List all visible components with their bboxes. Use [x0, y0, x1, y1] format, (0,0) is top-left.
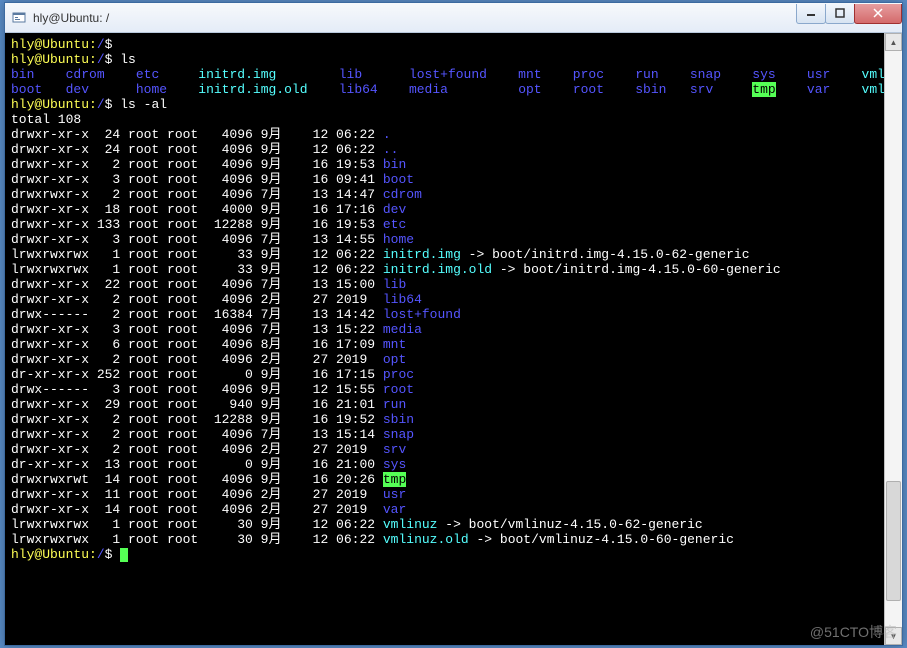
scroll-track[interactable] — [885, 51, 902, 627]
maximize-button[interactable] — [825, 4, 855, 24]
close-button[interactable] — [854, 4, 902, 24]
watermark: @51CTO博客 — [810, 622, 897, 642]
scroll-thumb[interactable] — [886, 481, 901, 601]
window-buttons — [797, 4, 902, 24]
terminal-output[interactable]: hly@Ubuntu:/$ hly@Ubuntu:/$ ls bin cdrom… — [5, 33, 884, 645]
window-title: hly@Ubuntu: / — [33, 11, 797, 25]
putty-window: hly@Ubuntu: / hly@Ubuntu:/$ hly@Ubuntu:/… — [4, 2, 903, 646]
app-icon — [11, 10, 27, 26]
minimize-button[interactable] — [796, 4, 826, 24]
scroll-up-button[interactable]: ▲ — [885, 33, 902, 51]
titlebar[interactable]: hly@Ubuntu: / — [5, 3, 902, 33]
terminal-area: hly@Ubuntu:/$ hly@Ubuntu:/$ ls bin cdrom… — [5, 33, 902, 645]
scrollbar[interactable]: ▲ ▼ — [884, 33, 902, 645]
